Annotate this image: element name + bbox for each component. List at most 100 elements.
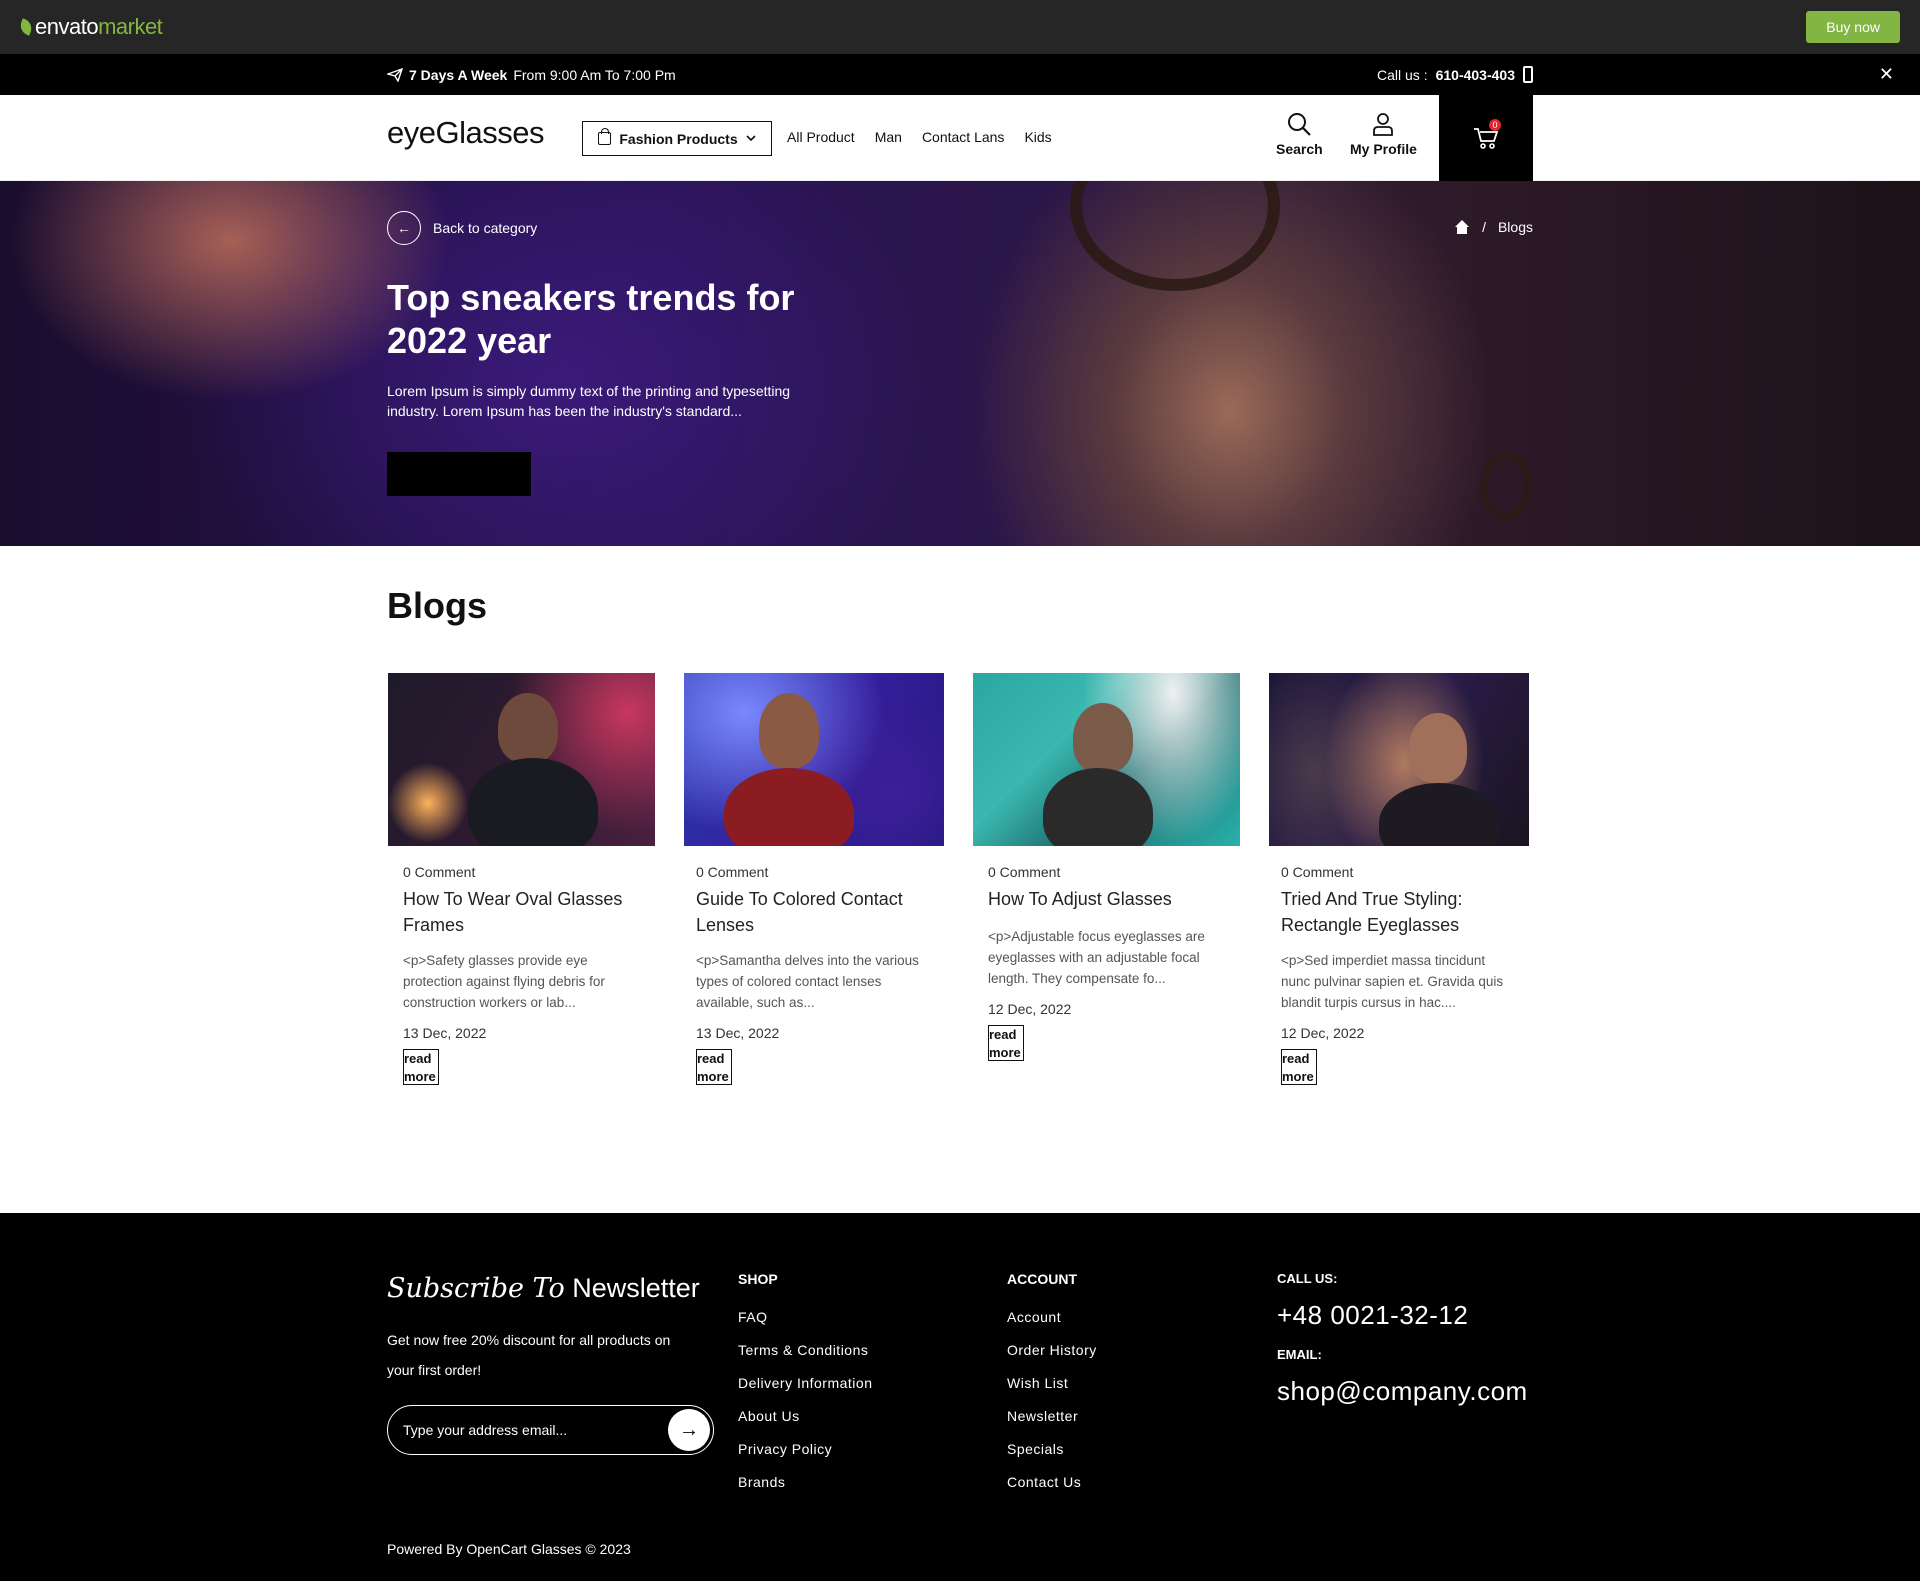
breadcrumb-current[interactable]: Blogs <box>1498 219 1533 235</box>
footer-link-brands[interactable]: Brands <box>738 1472 873 1505</box>
hero-background-earring <box>1480 451 1532 521</box>
site-logo[interactable]: eyeGlasses <box>387 115 544 151</box>
my-profile-button[interactable]: My Profile <box>1350 111 1417 157</box>
call-us-phone[interactable]: 610-403-403 <box>1436 67 1515 83</box>
my-profile-label: My Profile <box>1350 141 1417 157</box>
footer-email[interactable]: shop@company.com <box>1277 1376 1528 1407</box>
blog-title[interactable]: How To Adjust Glasses <box>973 886 1240 912</box>
search-icon <box>1288 113 1312 136</box>
opening-hours: 7 Days A Week From 9:00 Am To 7:00 Pm <box>387 67 676 83</box>
footer-account-column: ACCOUNT Account Order History Wish List … <box>1007 1271 1097 1505</box>
home-icon[interactable] <box>1454 220 1470 234</box>
envato-leaf-icon <box>17 18 35 36</box>
blog-excerpt: <p>Adjustable focus eyeglasses are eyegl… <box>988 929 1205 986</box>
buy-now-button[interactable]: Buy now <box>1806 11 1900 43</box>
nav-item-man[interactable]: Man <box>875 129 902 145</box>
footer-link-newsletter[interactable]: Newsletter <box>1007 1406 1097 1439</box>
user-icon <box>1373 113 1394 136</box>
blog-comment-count: 0 Comment <box>1281 864 1354 880</box>
footer-link-wish-list[interactable]: Wish List <box>1007 1373 1097 1406</box>
blog-date: 12 Dec, 2022 <box>988 1001 1072 1017</box>
opening-hours-text: From 9:00 Am To 7:00 Pm <box>513 66 676 83</box>
breadcrumb-separator: / <box>1482 219 1486 235</box>
blog-excerpt: <p>Samantha delves into the various type… <box>696 953 919 1010</box>
blog-title[interactable]: Tried And True Styling: Rectangle Eyegla… <box>1269 886 1529 938</box>
copyright: Powered By OpenCart Glasses © 2023 <box>387 1541 631 1557</box>
chevron-down-icon <box>746 135 756 142</box>
read-more-button[interactable]: read more <box>696 1049 732 1085</box>
blog-date: 13 Dec, 2022 <box>403 1025 487 1041</box>
blog-title[interactable]: How To Wear Oval Glasses Frames <box>388 886 655 938</box>
breadcrumb: / Blogs <box>1454 219 1533 235</box>
blog-card[interactable]: 0 Comment Tried And True Styling: Rectan… <box>1269 673 1529 1086</box>
blog-image[interactable] <box>973 673 1240 846</box>
top-info-strip: 7 Days A Week From 9:00 Am To 7:00 Pm Ca… <box>0 54 1920 95</box>
footer-phone[interactable]: +48 0021-32-12 <box>1277 1300 1528 1331</box>
blog-image[interactable] <box>1269 673 1529 846</box>
footer-link-contact-us[interactable]: Contact Us <box>1007 1472 1097 1505</box>
footer-link-delivery[interactable]: Delivery Information <box>738 1373 873 1406</box>
arrow-left-icon: ← <box>387 211 421 245</box>
footer-link-account[interactable]: Account <box>1007 1307 1097 1340</box>
envato-logo-text: envato <box>35 14 99 39</box>
footer-link-order-history[interactable]: Order History <box>1007 1340 1097 1373</box>
mobile-phone-icon <box>1523 66 1533 83</box>
blogs-heading: Blogs <box>387 585 488 626</box>
read-more-button[interactable]: read more <box>988 1025 1024 1061</box>
blog-comment-count: 0 Comment <box>403 864 476 880</box>
blog-comment-count: 0 Comment <box>988 864 1061 880</box>
back-to-category-label: Back to category <box>433 220 538 236</box>
blog-image[interactable] <box>684 673 944 846</box>
newsletter-text: Get now free 20% discount for all produc… <box>387 1332 671 1378</box>
blog-excerpt: <p>Safety glasses provide eye protection… <box>403 953 605 1010</box>
footer-link-specials[interactable]: Specials <box>1007 1439 1097 1472</box>
footer-link-faq[interactable]: FAQ <box>738 1307 873 1340</box>
shopping-bag-icon <box>598 128 612 145</box>
blog-excerpt: <p>Sed imperdiet massa tincidunt nunc pu… <box>1281 953 1504 1010</box>
newsletter-form: → <box>387 1405 714 1455</box>
envato-logo[interactable]: envato market <box>17 14 163 40</box>
read-more-button[interactable]: read more <box>1281 1049 1317 1085</box>
hero-background-glasses <box>1070 181 1280 291</box>
blog-date: 13 Dec, 2022 <box>696 1025 780 1041</box>
paper-plane-icon <box>387 67 403 82</box>
footer-link-privacy[interactable]: Privacy Policy <box>738 1439 873 1472</box>
opening-days: 7 Days A Week <box>409 66 508 83</box>
blog-card[interactable]: 0 Comment How To Adjust Glasses <p>Adjus… <box>973 673 1240 1062</box>
footer-contact-column: CALL US: +48 0021-32-12 EMAIL: shop@comp… <box>1277 1271 1528 1407</box>
blog-card[interactable]: 0 Comment Guide To Colored Contact Lense… <box>684 673 944 1086</box>
call-us-label: Call us : <box>1377 66 1428 83</box>
hero-title: Top sneakers trends for 2022 year <box>387 277 795 361</box>
hero-action-button[interactable] <box>387 452 531 496</box>
newsletter-email-input[interactable] <box>403 1422 653 1438</box>
hero-banner: ← Back to category / Blogs Top sneakers … <box>0 181 1920 546</box>
footer-shop-column: SHOP FAQ Terms & Conditions Delivery Inf… <box>738 1271 873 1505</box>
call-us-heading: CALL US: <box>1277 1271 1338 1286</box>
newsletter-heading-bold: Newsletter <box>572 1273 700 1303</box>
blog-card[interactable]: 0 Comment How To Wear Oval Glasses Frame… <box>388 673 655 1086</box>
email-heading: EMAIL: <box>1277 1347 1322 1362</box>
newsletter-heading: Subscribe To Newsletter <box>387 1273 700 1304</box>
envato-logo-market: market <box>98 14 163 39</box>
cart-button[interactable]: 0 <box>1439 95 1533 181</box>
site-footer: Subscribe To Newsletter Get now free 20%… <box>0 1213 1920 1581</box>
envato-bar: envato market Buy now <box>0 0 1920 54</box>
search-button[interactable]: Search <box>1276 111 1323 157</box>
close-icon[interactable]: ✕ <box>1879 64 1894 85</box>
hero-description: Lorem Ipsum is simply dummy text of the … <box>387 383 791 419</box>
fashion-products-button[interactable]: Fashion Products <box>582 121 772 156</box>
arrow-right-icon: → <box>679 1418 699 1441</box>
nav-item-kids[interactable]: Kids <box>1024 129 1051 145</box>
nav-item-contact-lans[interactable]: Contact Lans <box>922 129 1005 145</box>
nav-item-all-product[interactable]: All Product <box>787 129 855 145</box>
main-nav: All Product Man Contact Lans Kids <box>787 129 1052 145</box>
blog-image[interactable] <box>388 673 655 846</box>
footer-link-terms[interactable]: Terms & Conditions <box>738 1340 873 1373</box>
newsletter-submit-button[interactable]: → <box>668 1409 710 1451</box>
back-to-category-link[interactable]: ← Back to category <box>387 211 537 245</box>
search-label: Search <box>1276 141 1323 157</box>
read-more-button[interactable]: read more <box>403 1049 439 1085</box>
site-header: eyeGlasses Fashion Products All Product … <box>0 95 1920 181</box>
footer-link-about[interactable]: About Us <box>738 1406 873 1439</box>
blog-title[interactable]: Guide To Colored Contact Lenses <box>684 886 944 938</box>
